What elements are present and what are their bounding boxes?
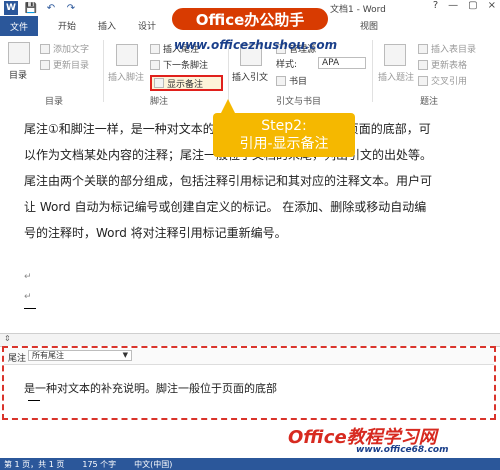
next-footnote-button[interactable]: 下一条脚注 [150,58,208,71]
word-logo-icon: W [4,1,18,15]
update-toc-label: 更新目录 [53,61,90,71]
add-text-button[interactable]: 添加文字 [40,42,89,55]
style-label: 样式: [276,60,298,70]
tab-insert[interactable]: 插入 [98,19,116,32]
minimize-icon[interactable]: — [448,0,458,11]
document-line: 让 Word 自动为标记编号或创建自定义的标记。 在添加、删除或移动自动编 [24,200,427,214]
group-separator [372,40,373,102]
chevron-down-icon: ▼ [122,351,128,359]
maximize-icon[interactable]: ▢ [468,0,477,11]
group-label-citations: 引文与书目 [276,97,322,107]
group-label-toc: 目录 [45,97,64,107]
document-line: 号的注释时，Word 将对注释引用标记重新编号。 [24,226,287,240]
update-table-icon [418,59,428,70]
quick-access-toolbar: W 💾 ↶ ↷ [4,1,78,15]
splitter-handle-icon: ⇕ [4,334,11,343]
next-footnote-label: 下一条脚注 [163,61,209,71]
site-watermark: Office教程学习网 www.office68.com [288,423,498,457]
bibliography-label: 书目 [289,77,308,87]
group-label-captions: 题注 [420,97,439,107]
endnote-filter-select[interactable]: 所有尾注 ▼ [28,350,132,361]
cross-reference-button[interactable]: 交叉引用 [418,74,467,87]
endnote-pane[interactable]: 尾注 所有尾注 ▼ 是一种对文本的补充说明。脚注一般位于页面的底部 [2,346,496,420]
tab-design[interactable]: 设计 [138,19,156,32]
cross-reference-label: 交叉引用 [431,77,468,87]
brand-banner: Office办公助手 [170,6,330,32]
next-footnote-icon [150,59,160,70]
callout-instruction: 引用-显示备注 [239,136,329,152]
table-of-figures-icon [418,43,428,54]
document-line: 尾注由两个关联的部分组成，包括注释引用标记和其对应的注释文本。用户可 [24,174,433,188]
document-title: 文档1 - Word [330,5,386,15]
table-of-figures-label: 插入表目录 [431,45,477,55]
window-controls: ? — ▢ × [433,0,496,11]
pane-splitter[interactable]: ⇕ [0,333,500,347]
insert-caption-icon[interactable] [384,44,406,66]
insert-caption-button[interactable]: 插入题注 [378,70,414,83]
bibliography-icon [276,75,286,86]
paragraph-mark-icon: ↵ [24,272,32,282]
show-notes-label: 显示备注 [167,79,204,90]
insert-endnote-icon [150,43,160,54]
show-notes-icon [154,78,164,88]
citation-style-select[interactable]: APA [318,57,366,69]
undo-icon[interactable]: ↶ [44,1,58,15]
toc-button[interactable]: 目录 [9,68,27,81]
group-label-footnotes: 脚注 [150,97,169,107]
endnote-text[interactable]: 是一种对文本的补充说明。脚注一般位于页面的底部 [24,380,277,396]
update-table-label: 更新表格 [431,61,468,71]
tab-file[interactable]: 文件 [0,16,38,36]
endnote-separator [24,308,36,309]
add-text-icon [40,43,50,54]
endnote-pane-toolbar: 尾注 所有尾注 ▼ [4,348,494,365]
cross-reference-icon [418,75,428,86]
insert-table-of-figures-button[interactable]: 插入表目录 [418,42,476,55]
update-toc-icon [40,59,50,70]
table-of-contents-icon[interactable] [8,42,30,64]
word-count[interactable]: 175 个字 [82,459,116,470]
site-watermark-url: www.office68.com [356,445,449,455]
bibliography-button[interactable]: 书目 [276,74,307,87]
page-count[interactable]: 第 1 页，共 1 页 [4,459,64,470]
status-bar: 第 1 页，共 1 页 175 个字 中文(中国) [0,458,500,470]
insert-citation-button[interactable]: 插入引文 [232,70,268,83]
text-cursor [28,400,40,401]
group-separator [103,40,104,102]
insert-footnote-icon[interactable] [116,44,138,66]
tab-view[interactable]: 视图 [360,19,378,32]
brand-url: www.officezhushou.com [174,38,338,52]
callout-step: Step2: [261,118,307,134]
endnote-filter-value: 所有尾注 [32,351,64,360]
update-table-button[interactable]: 更新表格 [418,58,467,71]
tab-home[interactable]: 开始 [58,19,76,32]
paragraph-mark-icon: ↵ [24,292,32,302]
show-notes-button[interactable]: 显示备注 [150,75,223,91]
redo-icon[interactable]: ↷ [64,1,78,15]
close-icon[interactable]: × [488,0,496,11]
help-icon[interactable]: ? [433,0,438,11]
add-text-label: 添加文字 [53,45,90,55]
save-icon[interactable]: 💾 [24,1,38,15]
endnote-pane-label: 尾注 [8,354,27,364]
insert-footnote-button[interactable]: 插入脚注 [108,70,144,83]
language-indicator[interactable]: 中文(中国) [134,459,172,470]
step-callout: Step2: 引用-显示备注 [213,113,355,157]
update-toc-button[interactable]: 更新目录 [40,58,89,71]
